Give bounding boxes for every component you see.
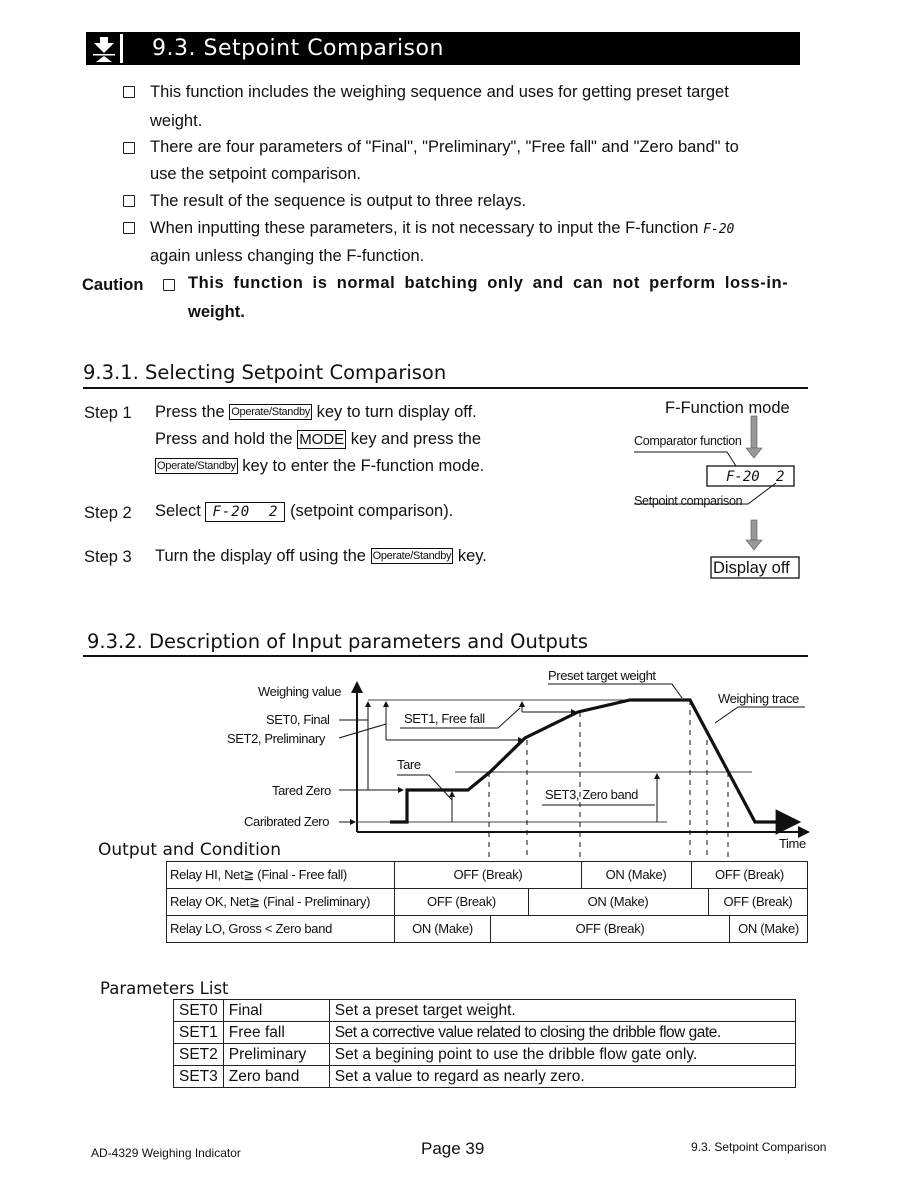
page-number: Page 39 [421, 1139, 485, 1158]
relay-lo-segment-3: ON (Make) [738, 921, 799, 936]
weighing-trace-label: Weighing trace [718, 691, 799, 706]
footer-product: AD-4329 Weighing Indicator [91, 1146, 241, 1160]
relay-ok-segment-3: OFF (Break) [723, 894, 793, 909]
relay-hi-segment-1: OFF (Break) [453, 867, 523, 882]
table-row: SET1 Free fall Set a corrective value re… [173, 1021, 796, 1044]
table-row: SET2 Preliminary Set a begining point to… [173, 1043, 796, 1066]
param-code: SET1 [173, 1021, 224, 1044]
tare-leader [397, 774, 453, 801]
set2-label: SET2, Preliminary [227, 731, 325, 746]
footer-section: 9.3. Setpoint Comparison [691, 1140, 827, 1154]
param-name: Preliminary [222, 1043, 330, 1066]
param-code: SET3 [173, 1065, 224, 1088]
relay-hi-condition: Relay HI, Net≧ (Final - Free fall) [170, 867, 347, 882]
table-row: SET3 Zero band Set a value to regard as … [173, 1065, 796, 1088]
set2-leader [338, 723, 387, 739]
preset-leader [548, 683, 683, 699]
tare-label: Tare [397, 757, 421, 772]
param-description: Set a value to regard as nearly zero. [328, 1065, 796, 1088]
relay-lo-segment-2: OFF (Break) [575, 921, 645, 936]
preset-target-label: Preset target weight [548, 668, 656, 683]
param-description: Set a begining point to use the dribble … [328, 1043, 796, 1066]
relay-lo-segment-1: ON (Make) [412, 921, 473, 936]
relay-lo-condition: Relay LO, Gross < Zero band [170, 921, 333, 936]
param-description: Set a preset target weight. [328, 999, 796, 1022]
param-name: Final [222, 999, 330, 1022]
relay-output-table: Relay HI, Net≧ (Final - Free fall) OFF (… [166, 861, 808, 943]
param-code: SET2 [173, 1043, 224, 1066]
param-code: SET0 [173, 999, 224, 1022]
table-row: SET0 Final Set a preset target weight. [173, 999, 796, 1022]
param-description: Set a corrective value related to closin… [328, 1021, 796, 1044]
parameters-list-heading: Parameters List [100, 979, 229, 998]
set0-label: SET0, Final [266, 712, 330, 727]
y-axis-label: Weighing value [258, 684, 342, 699]
tared-zero-label: Tared Zero [272, 783, 331, 798]
x-axis-label: Time [779, 836, 806, 851]
relay-row-ok: Relay OK, Net≧ (Final - Preliminary) OFF… [166, 889, 808, 916]
output-condition-heading: Output and Condition [98, 840, 281, 860]
relay-hi-segment-2: ON (Make) [605, 867, 667, 882]
calibrated-zero-label: Caribrated Zero [244, 814, 330, 829]
param-name: Free fall [222, 1021, 330, 1044]
set1-label: SET1, Free fall [404, 711, 485, 726]
relay-hi-segment-3: OFF (Break) [715, 867, 784, 882]
relay-ok-condition: Relay OK, Net≧ (Final - Preliminary) [170, 894, 371, 909]
param-name: Zero band [222, 1065, 330, 1088]
relay-row-hi: Relay HI, Net≧ (Final - Free fall) OFF (… [166, 861, 808, 889]
relay-ok-segment-1: OFF (Break) [427, 894, 496, 909]
set3-label: SET3, Zero band [545, 787, 638, 802]
relay-ok-segment-2: ON (Make) [587, 894, 649, 909]
relay-row-lo: Relay LO, Gross < Zero band ON (Make) OF… [166, 916, 808, 943]
parameters-table: SET0 Final Set a preset target weight. S… [173, 999, 796, 1088]
timing-dashed-lines [488, 700, 729, 858]
trace-leader [714, 706, 805, 724]
